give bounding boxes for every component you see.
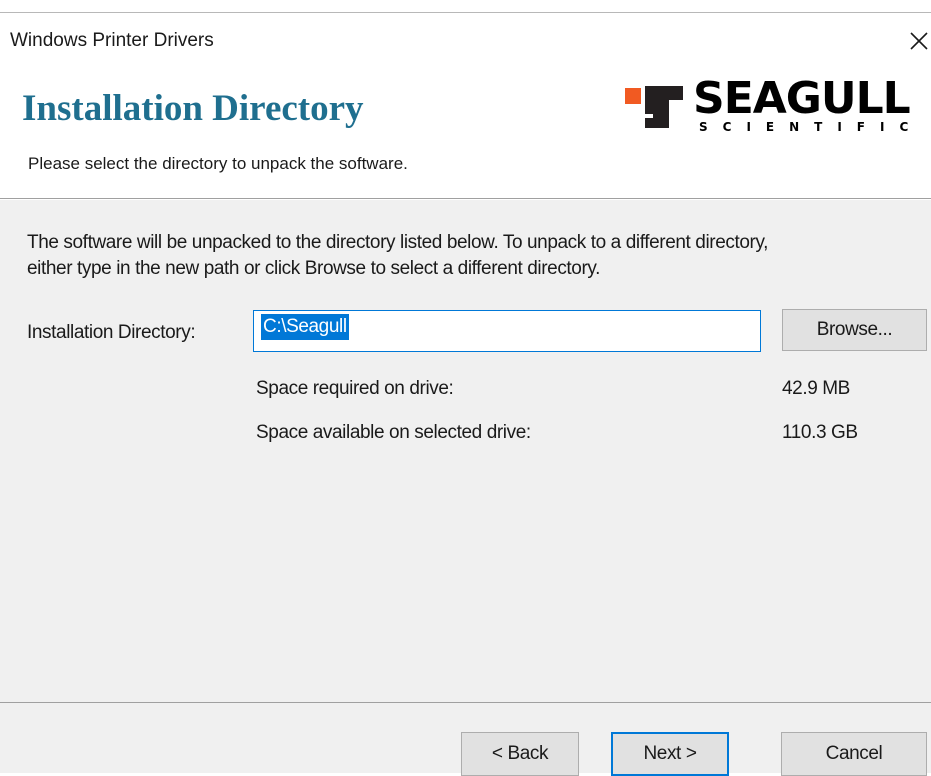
browse-button[interactable]: Browse... <box>782 309 927 351</box>
close-icon[interactable] <box>903 25 931 55</box>
space-required-value: 42.9 MB <box>782 378 850 399</box>
back-button[interactable]: < Back <box>461 732 579 776</box>
next-button[interactable]: Next > <box>611 732 729 776</box>
seagull-logo-mark-icon <box>625 86 683 128</box>
page-title: Installation Directory <box>22 88 364 129</box>
space-available-value: 110.3 GB <box>782 422 858 443</box>
cancel-button[interactable]: Cancel <box>781 732 927 776</box>
window-top-border <box>0 12 931 13</box>
installation-directory-label: Installation Directory: <box>27 322 196 343</box>
seagull-logo: SEAGULL SCIENTIFIC <box>625 77 931 137</box>
description-line-2: either type in the new path or click Bro… <box>27 258 600 279</box>
installation-directory-value[interactable]: C:\Seagull <box>261 314 349 340</box>
window-title: Windows Printer Drivers <box>10 30 214 51</box>
installation-directory-input[interactable]: C:\Seagull <box>253 310 761 352</box>
description-text: The software will be unpacked to the dir… <box>27 230 927 282</box>
space-available-label: Space available on selected drive: <box>256 422 531 443</box>
page-subtitle: Please select the directory to unpack th… <box>28 154 408 173</box>
space-required-label: Space required on drive: <box>256 378 454 399</box>
logo-subtext: SCIENTIFIC <box>699 120 924 134</box>
description-line-1: The software will be unpacked to the dir… <box>27 232 769 253</box>
wizard-body: The software will be unpacked to the dir… <box>0 200 931 702</box>
logo-wordmark: SEAGULL <box>693 73 911 124</box>
wizard-header: Installation Directory Please select the… <box>0 60 931 198</box>
installer-window: Windows Printer Drivers Installation Dir… <box>0 0 931 776</box>
wizard-footer: < Back Next > Cancel <box>0 703 931 776</box>
